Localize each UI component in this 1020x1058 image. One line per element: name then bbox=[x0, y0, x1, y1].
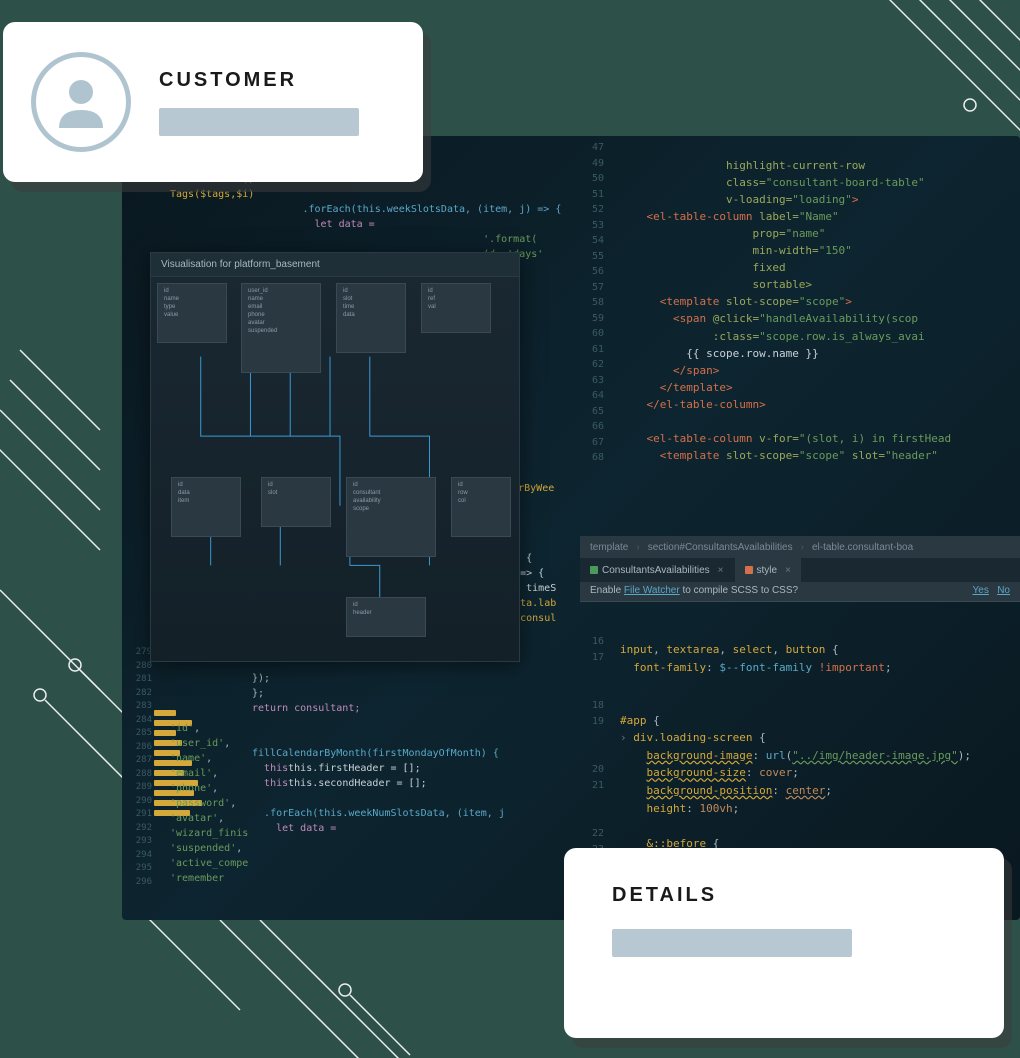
line-number: 282 bbox=[128, 687, 152, 701]
field-token: 'email' bbox=[170, 768, 212, 779]
details-card: DETAILS bbox=[564, 848, 1004, 1038]
field-token: 'id' bbox=[170, 723, 194, 734]
code-token: .forEach(this.weekSlotsData, (item, j) =… bbox=[302, 204, 561, 215]
field-token: 'active_compe bbox=[170, 858, 248, 869]
code-line: "loading" bbox=[792, 193, 852, 206]
line-number: 293 bbox=[128, 835, 152, 849]
avatar-icon bbox=[31, 52, 131, 152]
line-number: 288 bbox=[128, 768, 152, 782]
line-number: 290 bbox=[128, 795, 152, 809]
breadcrumb-item[interactable]: section#ConsultantsAvailabilities bbox=[648, 542, 793, 553]
code-line: class= bbox=[726, 176, 766, 189]
watcher-no-link[interactable]: No bbox=[997, 585, 1010, 596]
field-token: 'remember bbox=[170, 873, 224, 884]
file-watcher-link[interactable]: File Watcher bbox=[624, 585, 680, 596]
line-number: 286 bbox=[128, 741, 152, 755]
code-line: "consultant-board-table" bbox=[766, 176, 925, 189]
code-token: return consultant; bbox=[252, 703, 360, 714]
field-token: 'suspended' bbox=[170, 843, 236, 854]
line-number: 292 bbox=[128, 822, 152, 836]
customer-name-placeholder bbox=[159, 108, 359, 136]
field-token: 'name' bbox=[170, 753, 206, 764]
field-token: 'password' bbox=[170, 798, 230, 809]
line-number: 285 bbox=[128, 727, 152, 741]
breadcrumb: template › section#ConsultantsAvailabili… bbox=[580, 536, 1020, 558]
close-icon[interactable]: × bbox=[718, 565, 724, 576]
tab-bar: ConsultantsAvailabilities × style × bbox=[580, 558, 1020, 582]
code-line: highlight-current-row bbox=[726, 159, 865, 172]
scss-file-icon bbox=[745, 566, 753, 574]
code-token: fillCalendarByMonth(firstMondayOfMonth) … bbox=[252, 748, 499, 759]
code-token: '.format( bbox=[483, 234, 537, 245]
line-number: 296 bbox=[128, 876, 152, 890]
code-line: v-loading= bbox=[726, 193, 792, 206]
file-watcher-bar: Enable File Watcher to compile SCSS to C… bbox=[580, 582, 1020, 602]
visualization-panel[interactable]: Visualisation for platform_basement idna… bbox=[150, 252, 520, 662]
code-token: }; bbox=[252, 688, 264, 699]
breadcrumb-item[interactable]: el-table.consultant-boa bbox=[812, 542, 913, 553]
line-numbers: 47 4950 5152 5354 5556 5758 5960 6162 63… bbox=[580, 140, 610, 466]
watcher-text: to compile SCSS to CSS? bbox=[682, 585, 798, 596]
field-token: 'phone' bbox=[170, 783, 212, 794]
field-token: 'user_id' bbox=[170, 738, 224, 749]
code-token: let data = bbox=[276, 823, 336, 834]
tab-label: ConsultantsAvailabilities bbox=[602, 565, 710, 576]
code-line: <el-table-column bbox=[647, 210, 753, 223]
viz-title: Visualisation for platform_basement bbox=[151, 253, 519, 277]
viz-canvas[interactable]: idnametypevalue user_idnameemailphoneava… bbox=[151, 277, 519, 659]
tab-style[interactable]: style × bbox=[735, 558, 802, 582]
line-number: 291 bbox=[128, 808, 152, 822]
line-number: 294 bbox=[128, 849, 152, 863]
field-token: 'avatar' bbox=[170, 813, 218, 824]
details-title: DETAILS bbox=[612, 884, 956, 907]
tab-label: style bbox=[757, 565, 778, 576]
code-token: Tags($tags,$i) bbox=[170, 189, 254, 200]
breadcrumb-item[interactable]: template bbox=[590, 542, 628, 553]
tab-consultants[interactable]: ConsultantsAvailabilities × bbox=[580, 558, 735, 582]
customer-title: CUSTOMER bbox=[159, 69, 395, 92]
code-token: this.secondHeader = []; bbox=[288, 778, 426, 789]
line-number: 281 bbox=[128, 673, 152, 687]
watcher-yes-link[interactable]: Yes bbox=[973, 585, 989, 596]
customer-card: CUSTOMER bbox=[3, 22, 423, 182]
code-token: let data = bbox=[315, 219, 375, 230]
details-placeholder bbox=[612, 929, 852, 957]
close-icon[interactable]: × bbox=[785, 565, 791, 576]
watcher-text: Enable bbox=[590, 585, 621, 596]
line-number: 295 bbox=[128, 862, 152, 876]
line-number: 279 bbox=[128, 646, 152, 660]
code-token: this.firstHeader = []; bbox=[288, 763, 420, 774]
code-token: .forEach(this.weekNumSlotsData, (item, j bbox=[264, 808, 505, 819]
field-token: 'wizard_finis bbox=[170, 828, 248, 839]
line-number: 283 bbox=[128, 700, 152, 714]
vue-file-icon bbox=[590, 566, 598, 574]
line-number: 289 bbox=[128, 781, 152, 795]
line-number: 284 bbox=[128, 714, 152, 728]
line-number: 287 bbox=[128, 754, 152, 768]
code-token: }); bbox=[252, 673, 270, 684]
line-number: 280 bbox=[128, 660, 152, 674]
